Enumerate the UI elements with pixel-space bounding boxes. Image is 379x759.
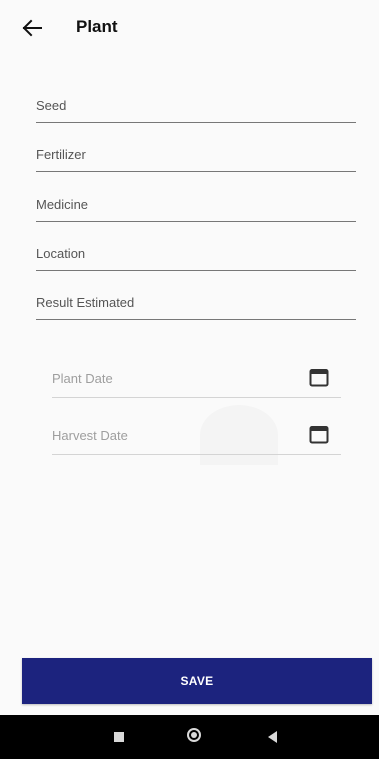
result-estimated-label: Result Estimated <box>36 295 135 310</box>
fertilizer-field[interactable]: Fertilizer <box>36 141 356 172</box>
harvest-date-label: Harvest Date <box>52 428 128 443</box>
calendar-icon[interactable] <box>309 367 329 387</box>
app-bar: Plant <box>0 0 379 58</box>
plant-date-label: Plant Date <box>52 371 113 386</box>
medicine-label: Medicine <box>36 197 89 212</box>
medicine-field[interactable]: Medicine <box>36 191 356 222</box>
location-field[interactable]: Location <box>36 240 356 271</box>
arrow-left-icon[interactable] <box>20 16 44 40</box>
square-icon[interactable] <box>114 732 124 742</box>
seed-field[interactable]: Seed <box>36 92 356 123</box>
circle-icon[interactable] <box>187 728 201 742</box>
system-nav-bar <box>0 715 379 759</box>
seed-label: Seed <box>36 98 67 113</box>
fertilizer-label: Fertilizer <box>36 147 86 162</box>
harvest-date-field[interactable]: Harvest Date <box>52 414 341 455</box>
page-title: Plant <box>76 17 118 36</box>
location-label: Location <box>36 246 86 261</box>
app-screen: Plant Seed Fertilizer Medicine Location … <box>0 0 379 715</box>
save-button[interactable]: SAVE <box>22 658 372 704</box>
triangle-back-icon[interactable] <box>268 731 277 743</box>
calendar-icon[interactable] <box>309 424 329 444</box>
result-estimated-field[interactable]: Result Estimated <box>36 289 356 320</box>
plant-date-field[interactable]: Plant Date <box>52 357 341 398</box>
